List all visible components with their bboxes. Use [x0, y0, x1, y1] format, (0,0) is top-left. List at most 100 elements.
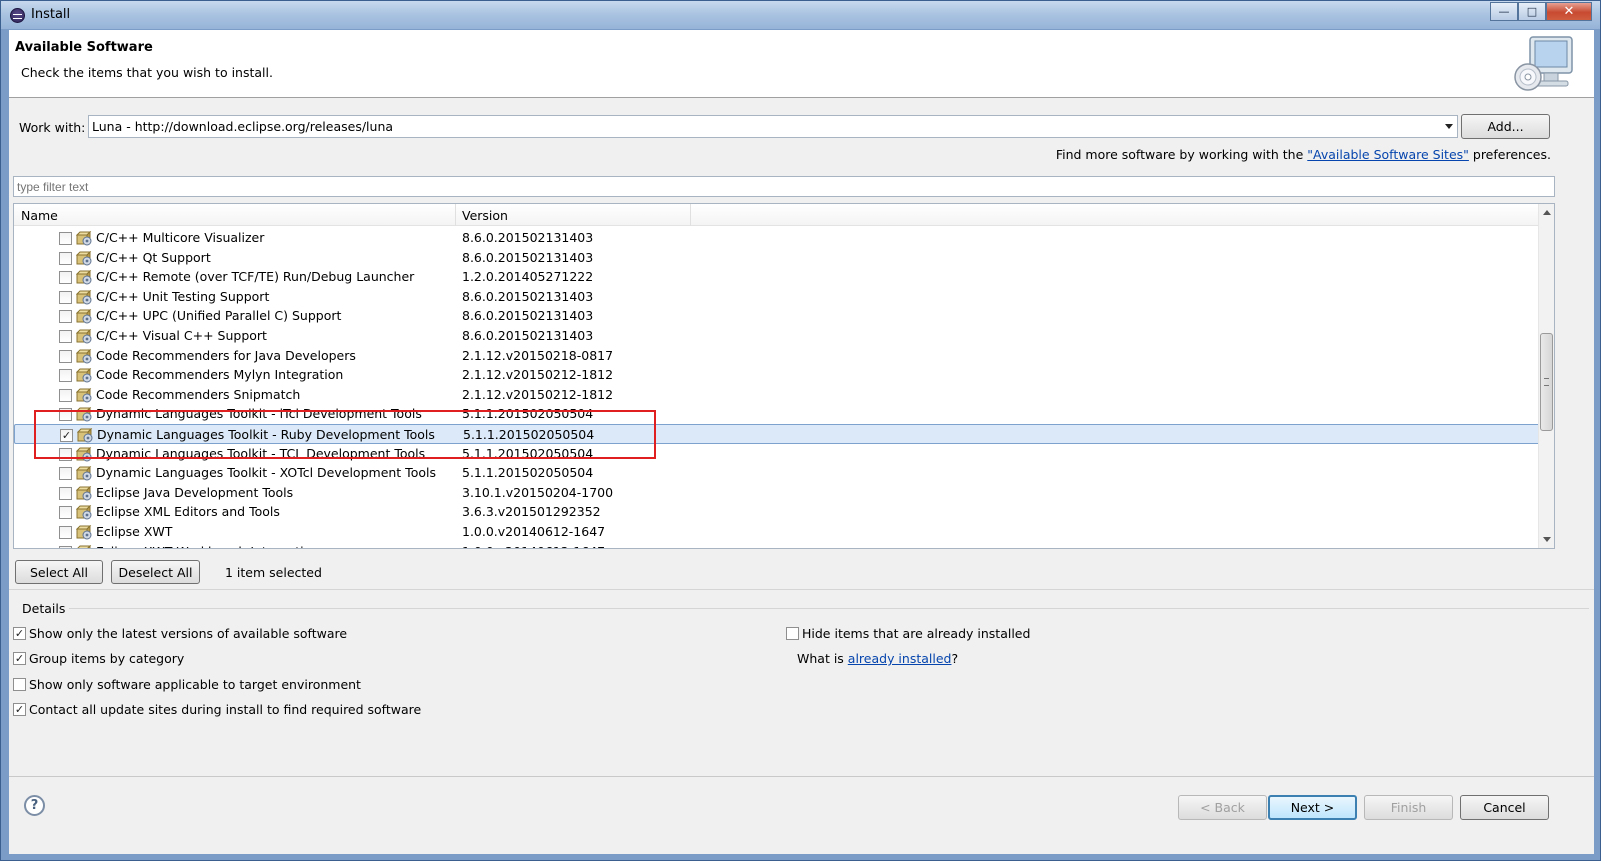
minimize-button[interactable]: — [1490, 2, 1518, 21]
row-checkbox[interactable] [59, 486, 72, 500]
dialog-body: Available Software Check the items that … [9, 30, 1594, 854]
install-cd-monitor-icon [1514, 36, 1573, 91]
row-checkbox[interactable] [59, 467, 72, 481]
what-is-suffix: ? [951, 651, 959, 666]
table-row[interactable]: Code Recommenders Snipmatch 2.1.12.v20150… [14, 385, 1540, 405]
checkbox[interactable]: ✓ [13, 703, 26, 716]
software-tree[interactable]: Name Version C/C++ Multicore Visualizer 8… [13, 203, 1555, 549]
option-label: Contact all update sites during install … [29, 702, 422, 717]
row-checkbox[interactable] [59, 525, 72, 539]
work-with-value: Luna - http://download.eclipse.org/relea… [92, 119, 394, 134]
installable-unit-icon [76, 289, 92, 305]
installable-unit-icon [76, 505, 92, 520]
what-is-prefix: What is [797, 651, 848, 666]
row-version: 8.6.0.201502131403 [462, 249, 594, 265]
table-row[interactable]: Eclipse XML Editors and Tools 3.6.3.v2015… [14, 502, 1540, 522]
table-row[interactable]: Eclipse XWT Workbench Integration 1.0.0.v… [14, 542, 1540, 549]
table-row[interactable]: C/C++ Visual C++ Support 8.6.0.2015021314… [14, 326, 1540, 346]
tree-header: Name Version [14, 204, 1540, 226]
table-row[interactable]: C/C++ Qt Support 8.6.0.201502131403 [14, 248, 1540, 268]
scroll-up-icon[interactable] [1543, 210, 1551, 215]
row-version: 1.0.0.v20140612-1647 [462, 544, 605, 549]
row-name: C/C++ Qt Support [96, 249, 211, 265]
installable-unit-icon [76, 250, 92, 266]
table-row[interactable]: C/C++ UPC (Unified Parallel C) Support 8.… [14, 306, 1540, 326]
table-row[interactable]: C/C++ Remote (over TCF/TE) Run/Debug Lau… [14, 267, 1540, 287]
row-checkbox[interactable] [59, 545, 72, 548]
row-checkbox[interactable] [59, 251, 72, 265]
table-row[interactable]: Dynamic Languages Toolkit - XOTcl Develo… [14, 463, 1540, 483]
scroll-down-icon[interactable] [1543, 537, 1551, 542]
row-checkbox[interactable] [59, 329, 72, 343]
eclipse-icon [10, 8, 25, 23]
column-header-version[interactable]: Version [456, 204, 691, 226]
row-checkbox[interactable] [59, 506, 72, 520]
table-row[interactable]: C/C++ Multicore Visualizer 8.6.0.20150213… [14, 228, 1540, 248]
row-name: C/C++ UPC (Unified Parallel C) Support [96, 308, 342, 324]
row-version: 2.1.12.v20150212-1812 [462, 386, 614, 402]
row-version: 1.0.0.v20140612-1647 [462, 523, 606, 539]
checkbox[interactable] [13, 678, 26, 691]
installable-unit-icon [76, 231, 92, 246]
column-header-name[interactable]: Name [14, 204, 456, 226]
row-name: Eclipse Java Development Tools [96, 484, 294, 500]
details-divider [69, 608, 1589, 609]
selection-count: 1 item selected [225, 565, 322, 580]
option-label: Hide items that are already installed [802, 626, 1031, 641]
already-installed-link[interactable]: already installed [848, 651, 952, 666]
table-row[interactable]: Code Recommenders Mylyn Integration 2.1.1… [14, 365, 1540, 385]
row-checkbox[interactable] [59, 232, 72, 245]
row-version: 2.1.12.v20150218-0817 [462, 347, 614, 363]
row-name: C/C++ Unit Testing Support [96, 288, 270, 304]
row-name: Eclipse XWT Workbench Integration [96, 544, 319, 549]
row-checkbox[interactable] [59, 310, 72, 324]
row-name: Code Recommenders Mylyn Integration [96, 367, 344, 383]
select-all-button[interactable]: Select All [15, 560, 103, 584]
checkbox[interactable]: ✓ [13, 627, 26, 640]
next-button[interactable]: Next > [1268, 795, 1357, 820]
table-row[interactable]: Code Recommenders for Java Developers 2.1… [14, 346, 1540, 366]
wizard-header: Available Software Check the items that … [9, 30, 1594, 98]
title-bar[interactable]: Install — □ ✕ [1, 1, 1600, 29]
checkbox[interactable]: ✓ [13, 652, 26, 665]
row-version: 8.6.0.201502131403 [462, 288, 594, 304]
filter-input[interactable] [13, 176, 1555, 197]
row-checkbox[interactable] [59, 271, 72, 285]
installable-unit-icon [76, 328, 92, 344]
row-name: C/C++ Multicore Visualizer [96, 230, 265, 245]
installable-unit-icon [76, 270, 92, 285]
chevron-down-icon[interactable] [1445, 124, 1453, 129]
row-version: 8.6.0.201502131403 [462, 308, 594, 324]
row-name: C/C++ Visual C++ Support [96, 327, 267, 343]
option-label: Show only the latest versions of availab… [29, 626, 348, 641]
row-checkbox[interactable] [59, 349, 72, 363]
work-with-combo[interactable]: Luna - http://download.eclipse.org/relea… [88, 115, 1458, 138]
scrollbar-thumb[interactable] [1540, 333, 1553, 431]
row-checkbox[interactable] [59, 369, 72, 383]
finish-button[interactable]: Finish [1364, 795, 1453, 820]
window-title: Install [31, 7, 71, 22]
divider [9, 589, 1594, 590]
row-checkbox[interactable] [59, 388, 72, 402]
table-row[interactable]: C/C++ Unit Testing Support 8.6.0.20150213… [14, 287, 1540, 307]
available-software-sites-link[interactable]: "Available Software Sites" [1307, 147, 1469, 162]
row-checkbox[interactable] [59, 290, 72, 304]
close-button[interactable]: ✕ [1546, 2, 1592, 21]
find-more-prefix: Find more software by working with the [1055, 147, 1308, 162]
help-icon[interactable]: ? [24, 795, 45, 816]
row-version: 3.10.1.v20150204-1700 [462, 484, 614, 500]
vertical-scrollbar[interactable] [1538, 204, 1554, 548]
cancel-button[interactable]: Cancel [1460, 795, 1549, 820]
maximize-button[interactable]: □ [1518, 2, 1546, 21]
back-button[interactable]: < Back [1178, 795, 1267, 820]
table-row[interactable]: Eclipse XWT 1.0.0.v20140612-1647 [14, 522, 1540, 542]
add-site-button[interactable]: Add... [1461, 114, 1550, 139]
find-more-text: Find more software by working with the "… [1056, 147, 1551, 162]
checkbox[interactable] [786, 627, 799, 640]
table-row[interactable]: Eclipse Java Development Tools 3.10.1.v20… [14, 483, 1540, 503]
installable-unit-icon [76, 466, 92, 481]
tree-rows: C/C++ Multicore Visualizer 8.6.0.20150213… [14, 228, 1540, 549]
deselect-all-button[interactable]: Deselect All [111, 560, 200, 584]
footer-divider [9, 776, 1594, 777]
option-label: Show only software applicable to target … [29, 677, 361, 692]
